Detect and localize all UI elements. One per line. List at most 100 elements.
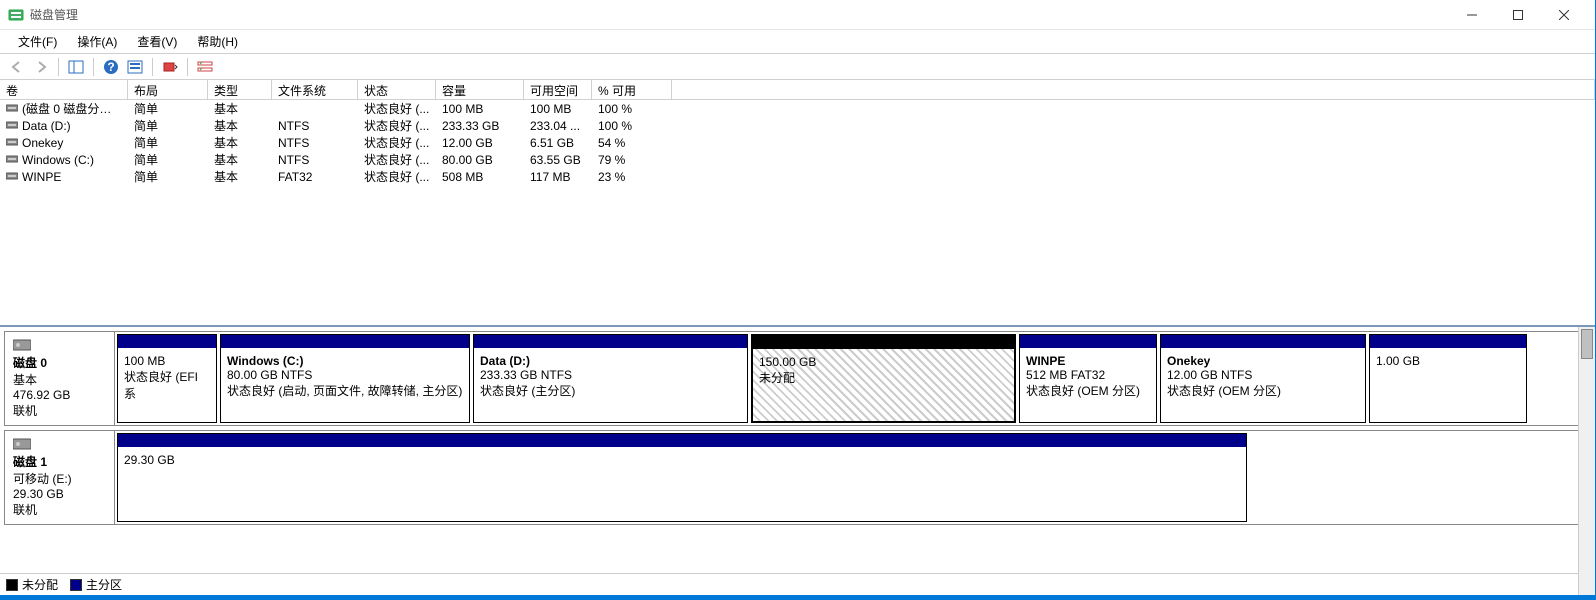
partition-size: 233.33 GB NTFS [480, 368, 741, 382]
partition-status: 状态良好 (主分区) [480, 382, 741, 399]
disk-label[interactable]: 磁盘 1可移动 (E:)29.30 GB联机 [5, 431, 115, 524]
legend: 未分配 主分区 [0, 573, 1595, 595]
menu-file[interactable]: 文件(F) [8, 31, 67, 52]
volume-name: Onekey [22, 136, 63, 150]
volume-row[interactable]: WINPE简单基本FAT32状态良好 (...508 MB117 MB23 % [0, 168, 1595, 185]
legend-unallocated: 未分配 [6, 576, 58, 593]
partition-name: WINPE [1026, 354, 1150, 368]
partition[interactable]: 1.00 GB [1369, 334, 1527, 423]
partition-unallocated[interactable]: 150.00 GB未分配 [751, 334, 1016, 423]
disk-size: 476.92 GB [13, 388, 106, 402]
volume-capacity: 233.33 GB [436, 117, 524, 135]
volume-fs: NTFS [272, 134, 358, 152]
volume-layout: 简单 [128, 166, 208, 187]
col-status[interactable]: 状态 [358, 80, 436, 99]
disk-status: 联机 [13, 501, 106, 518]
partition[interactable]: WINPE512 MB FAT32状态良好 (OEM 分区) [1019, 334, 1157, 423]
col-filesystem[interactable]: 文件系统 [272, 80, 358, 99]
disk-block: 磁盘 1可移动 (E:)29.30 GB联机 29.30 GB [4, 430, 1587, 525]
partition-size: 29.30 GB [124, 453, 1240, 467]
volume-status: 状态良好 (... [358, 166, 436, 187]
bottom-accent-bar [0, 595, 1595, 599]
volume-list: 卷 布局 类型 文件系统 状态 容量 可用空间 % 可用 (磁盘 0 磁盘分区 … [0, 80, 1595, 325]
list-view-button[interactable] [194, 56, 216, 78]
refresh-button[interactable] [159, 56, 181, 78]
volume-capacity: 12.00 GB [436, 134, 524, 152]
scrollbar-thumb[interactable] [1581, 329, 1593, 359]
minimize-button[interactable] [1449, 0, 1495, 30]
partition-size: 1.00 GB [1376, 354, 1520, 368]
volume-type: 基本 [208, 166, 272, 187]
partition-name: Windows (C:) [227, 354, 463, 368]
close-button[interactable] [1541, 0, 1587, 30]
menubar: 文件(F) 操作(A) 查看(V) 帮助(H) [0, 30, 1595, 54]
maximize-button[interactable] [1495, 0, 1541, 30]
volume-pct: 54 % [592, 134, 672, 152]
partition[interactable]: Onekey12.00 GB NTFS状态良好 (OEM 分区) [1160, 334, 1366, 423]
volume-fs [272, 107, 358, 111]
partition-size: 150.00 GB [759, 355, 1008, 369]
col-free[interactable]: 可用空间 [524, 80, 592, 99]
volume-fs: NTFS [272, 117, 358, 135]
col-type[interactable]: 类型 [208, 80, 272, 99]
toolbar-separator [58, 58, 59, 76]
partition-size: 512 MB FAT32 [1026, 368, 1150, 382]
partition[interactable]: Windows (C:)80.00 GB NTFS状态良好 (启动, 页面文件,… [220, 334, 470, 423]
volume-capacity: 80.00 GB [436, 151, 524, 169]
partition-stripe [1370, 335, 1526, 348]
volume-name: WINPE [22, 170, 61, 184]
titlebar: 磁盘管理 [0, 0, 1595, 30]
partition-status: 状态良好 (启动, 页面文件, 故障转储, 主分区) [227, 382, 463, 399]
volume-icon [6, 171, 20, 181]
volume-fs: NTFS [272, 151, 358, 169]
forward-button[interactable] [30, 56, 52, 78]
back-button[interactable] [6, 56, 28, 78]
vertical-scrollbar[interactable] [1578, 327, 1595, 595]
disk-partitions: 29.30 GB [115, 431, 1586, 524]
volume-icon [6, 154, 20, 164]
disk-id: 磁盘 0 [13, 354, 106, 371]
volume-icon [6, 137, 20, 147]
col-capacity[interactable]: 容量 [436, 80, 524, 99]
volume-name: Data (D:) [22, 119, 71, 133]
disk-label[interactable]: 磁盘 0基本476.92 GB联机 [5, 332, 115, 425]
disk-graph-scroll: 磁盘 0基本476.92 GB联机100 MB状态良好 (EFI 系Window… [0, 327, 1595, 573]
volume-pct: 79 % [592, 151, 672, 169]
legend-primary-swatch [70, 579, 82, 591]
volume-free: 233.04 ... [524, 117, 592, 135]
disk-id: 磁盘 1 [13, 453, 106, 470]
disk-icon [13, 437, 31, 451]
legend-unallocated-swatch [6, 579, 18, 591]
volume-pct: 100 % [592, 100, 672, 118]
help-button[interactable]: ? [100, 56, 122, 78]
settings-button[interactable] [124, 56, 146, 78]
volume-list-body: (磁盘 0 磁盘分区 1)简单基本状态良好 (...100 MB100 MB10… [0, 100, 1595, 325]
col-percent[interactable]: % 可用 [592, 80, 672, 99]
toolbar-separator [93, 58, 94, 76]
disk-type: 可移动 (E:) [13, 470, 106, 487]
partition-size: 12.00 GB NTFS [1167, 368, 1359, 382]
menu-action[interactable]: 操作(A) [67, 31, 127, 52]
volume-icon [6, 120, 20, 130]
volume-name: (磁盘 0 磁盘分区 1) [22, 102, 125, 116]
col-layout[interactable]: 布局 [128, 80, 208, 99]
svg-text:?: ? [107, 60, 114, 74]
col-volume[interactable]: 卷 [0, 80, 128, 99]
disk-graphical-view: 磁盘 0基本476.92 GB联机100 MB状态良好 (EFI 系Window… [0, 325, 1595, 595]
partition-name: Onekey [1167, 354, 1359, 368]
partition[interactable]: 29.30 GB [117, 433, 1247, 522]
toolbar: ? [0, 54, 1595, 80]
partition-status: 状态良好 (OEM 分区) [1167, 382, 1359, 399]
disk-management-icon [8, 7, 24, 23]
partition-stripe [474, 335, 747, 348]
partition[interactable]: Data (D:)233.33 GB NTFS状态良好 (主分区) [473, 334, 748, 423]
menu-view[interactable]: 查看(V) [127, 31, 187, 52]
partition[interactable]: 100 MB状态良好 (EFI 系 [117, 334, 217, 423]
volume-free: 63.55 GB [524, 151, 592, 169]
volume-free: 117 MB [524, 168, 592, 186]
show-hide-console-tree-button[interactable] [65, 56, 87, 78]
legend-unallocated-label: 未分配 [22, 576, 58, 593]
partition-stripe [118, 434, 1246, 447]
menu-help[interactable]: 帮助(H) [187, 31, 248, 52]
partition-stripe [118, 335, 216, 348]
